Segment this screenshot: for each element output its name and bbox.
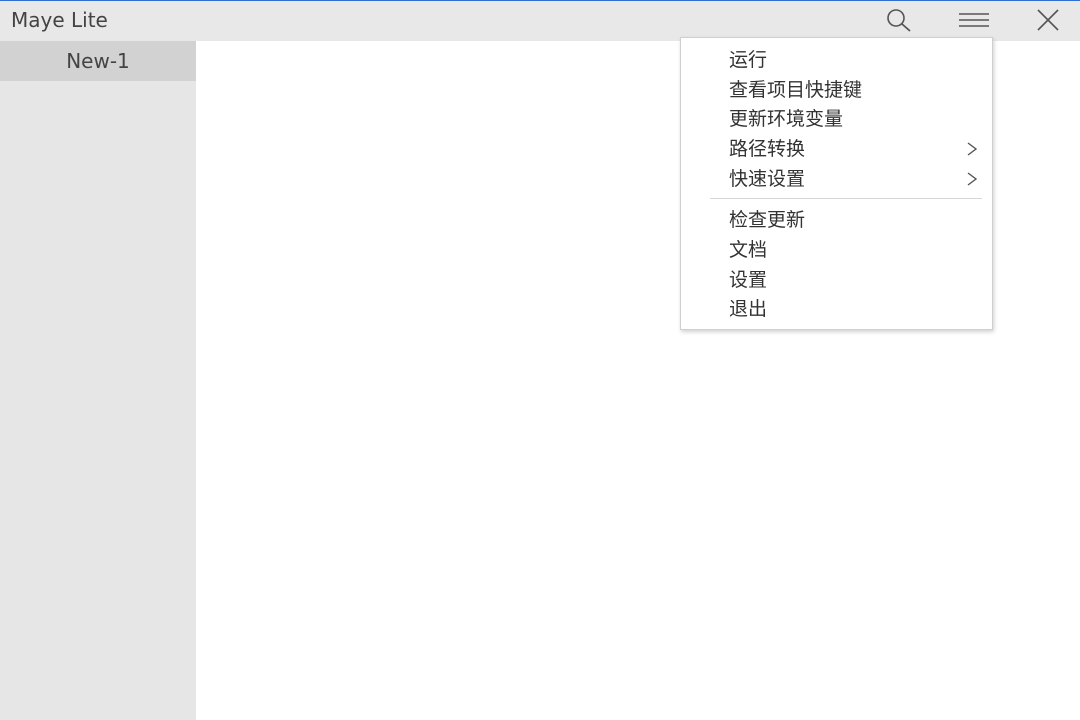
menu-item-settings[interactable]: 设置 (681, 266, 992, 295)
sidebar-item-new-1[interactable]: New-1 (0, 41, 196, 81)
close-button[interactable] (1028, 5, 1068, 35)
menu-item-view-shortcuts[interactable]: 查看项目快捷键 (681, 76, 992, 105)
menu-item-label: 检查更新 (729, 209, 806, 231)
search-icon (887, 9, 911, 32)
menu-separator (710, 198, 982, 199)
title-bar[interactable]: Maye Lite (0, 1, 1080, 41)
menu-button[interactable] (954, 5, 994, 35)
sidebar: New-1 (0, 41, 196, 720)
app-title: Maye Lite (11, 8, 108, 32)
menu-item-path-convert[interactable]: 路径转换 (681, 135, 992, 164)
menu-item-run[interactable]: 运行 (681, 46, 992, 75)
menu-item-check-update[interactable]: 检查更新 (681, 206, 992, 235)
chevron-right-icon (967, 142, 978, 156)
menu-item-label: 运行 (729, 49, 768, 71)
menu-item-update-env[interactable]: 更新环境变量 (681, 105, 992, 134)
app-window: Maye Lite New-1 运行 查看项目快捷键 更新环境变量 路径转换 快… (0, 0, 1080, 720)
menu-item-label: 设置 (729, 269, 768, 291)
menu-item-label: 退出 (729, 298, 768, 320)
menu-item-label: 快速设置 (729, 168, 806, 190)
menu-item-quick-settings[interactable]: 快速设置 (681, 165, 992, 194)
menu-item-label: 查看项目快捷键 (729, 79, 863, 101)
menu-item-label: 更新环境变量 (729, 108, 844, 130)
hamburger-menu-icon (959, 13, 989, 27)
main-menu: 运行 查看项目快捷键 更新环境变量 路径转换 快速设置 检查更新 文档 设置 退… (680, 37, 993, 330)
search-button[interactable] (879, 5, 919, 35)
menu-item-label: 文档 (729, 239, 768, 261)
chevron-right-icon (967, 172, 978, 186)
close-icon (1037, 9, 1059, 31)
menu-item-label: 路径转换 (729, 138, 806, 160)
sidebar-item-label: New-1 (66, 49, 130, 73)
menu-item-docs[interactable]: 文档 (681, 236, 992, 265)
menu-item-exit[interactable]: 退出 (681, 295, 992, 324)
